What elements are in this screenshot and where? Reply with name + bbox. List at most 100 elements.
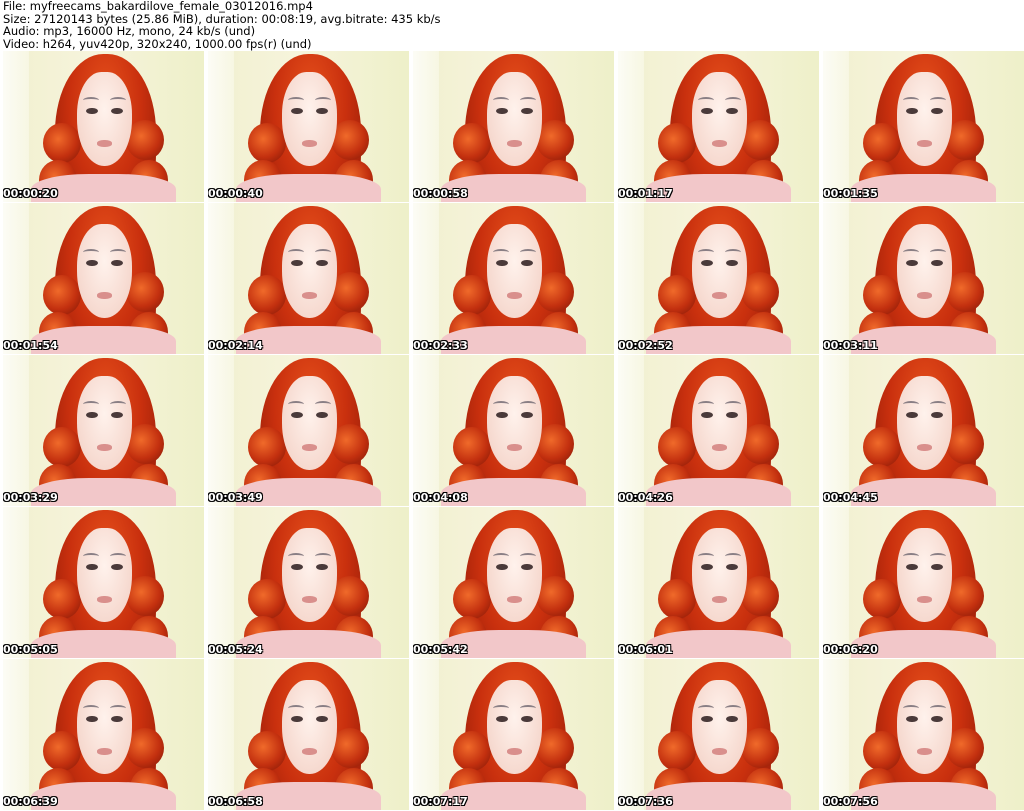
- eyebrow: [314, 705, 332, 712]
- eyebrow: [929, 553, 947, 560]
- background-wall: [823, 507, 849, 658]
- video-frame-thumbnail: 00:03:11: [823, 203, 1024, 354]
- video-frame-thumbnail: 00:04:26: [618, 355, 819, 506]
- eye: [316, 563, 328, 571]
- file-info-header: File: myfreecams_bakardilove_female_0301…: [3, 0, 441, 50]
- eyebrow: [929, 401, 947, 408]
- eyebrow: [82, 401, 100, 408]
- eye: [521, 715, 533, 723]
- eyebrow: [902, 705, 920, 712]
- lips: [506, 444, 523, 451]
- timestamp-label: 00:05:42: [413, 643, 468, 656]
- eye: [496, 563, 508, 571]
- timestamp-label: 00:03:49: [208, 491, 263, 504]
- background-wall: [823, 203, 849, 354]
- timestamp-label: 00:07:56: [823, 795, 878, 808]
- eyebrow: [287, 705, 305, 712]
- eye: [86, 563, 98, 571]
- timestamp-label: 00:02:14: [208, 339, 263, 352]
- lips: [916, 596, 933, 603]
- eyebrow: [109, 553, 127, 560]
- eye: [931, 563, 943, 571]
- eyebrow: [902, 401, 920, 408]
- video-frame-thumbnail: 00:06:58: [208, 659, 409, 810]
- eye: [726, 107, 738, 115]
- face: [487, 72, 542, 166]
- background-wall: [413, 659, 439, 810]
- eye: [931, 411, 943, 419]
- background-wall: [208, 355, 234, 506]
- eye: [291, 411, 303, 419]
- timestamp-label: 00:02:33: [413, 339, 468, 352]
- eyebrow: [519, 401, 537, 408]
- eyebrow: [492, 553, 510, 560]
- video-frame-thumbnail: 00:05:05: [3, 507, 204, 658]
- eyebrow: [109, 249, 127, 256]
- timestamp-label: 00:05:05: [3, 643, 58, 656]
- background-wall: [3, 355, 29, 506]
- lips: [96, 292, 113, 299]
- eyebrow: [287, 401, 305, 408]
- eye: [726, 563, 738, 571]
- eyebrow: [697, 97, 715, 104]
- face: [897, 680, 952, 774]
- timestamp-label: 00:06:58: [208, 795, 263, 808]
- eyebrow: [314, 97, 332, 104]
- eyebrow: [109, 705, 127, 712]
- eye: [496, 715, 508, 723]
- thumbnail-grid: 00:00:20 00:00:40 00:00:58 00:01:17 00:01:35…: [3, 51, 1024, 810]
- timestamp-label: 00:02:52: [618, 339, 673, 352]
- lips: [96, 444, 113, 451]
- eyebrow: [902, 249, 920, 256]
- lips: [301, 596, 318, 603]
- eyebrow: [697, 705, 715, 712]
- background-wall: [823, 355, 849, 506]
- eyebrow: [287, 249, 305, 256]
- file-name-text: File: myfreecams_bakardilove_female_0301…: [3, 0, 313, 13]
- eye: [931, 107, 943, 115]
- eye: [726, 715, 738, 723]
- eyebrow: [109, 401, 127, 408]
- eye: [316, 411, 328, 419]
- background-wall: [208, 507, 234, 658]
- background-wall: [413, 51, 439, 202]
- eye: [701, 563, 713, 571]
- video-frame-thumbnail: 00:00:40: [208, 51, 409, 202]
- background-wall: [618, 51, 644, 202]
- timestamp-label: 00:01:35: [823, 187, 878, 200]
- face: [692, 376, 747, 470]
- lips: [506, 596, 523, 603]
- lips: [96, 140, 113, 147]
- background-wall: [618, 355, 644, 506]
- eye: [111, 715, 123, 723]
- lips: [916, 140, 933, 147]
- eyebrow: [314, 249, 332, 256]
- eye: [906, 107, 918, 115]
- video-frame-thumbnail: 00:04:08: [413, 355, 614, 506]
- video-frame-thumbnail: 00:06:39: [3, 659, 204, 810]
- eye: [931, 715, 943, 723]
- face: [487, 224, 542, 318]
- lips: [506, 140, 523, 147]
- face: [487, 528, 542, 622]
- face: [77, 376, 132, 470]
- eye: [86, 411, 98, 419]
- face: [282, 680, 337, 774]
- timestamp-label: 00:07:36: [618, 795, 673, 808]
- lips: [711, 140, 728, 147]
- video-frame-thumbnail: 00:00:20: [3, 51, 204, 202]
- lips: [301, 444, 318, 451]
- face: [897, 224, 952, 318]
- face: [692, 680, 747, 774]
- face: [77, 680, 132, 774]
- video-frame-thumbnail: 00:01:54: [3, 203, 204, 354]
- face: [487, 376, 542, 470]
- eye: [291, 259, 303, 267]
- timestamp-label: 00:04:08: [413, 491, 468, 504]
- lips: [301, 140, 318, 147]
- eye: [291, 107, 303, 115]
- timestamp-label: 00:00:58: [413, 187, 468, 200]
- eyebrow: [724, 553, 742, 560]
- timestamp-label: 00:06:39: [3, 795, 58, 808]
- video-info-text: Video: h264, yuv420p, 320x240, 1000.00 f…: [3, 36, 312, 51]
